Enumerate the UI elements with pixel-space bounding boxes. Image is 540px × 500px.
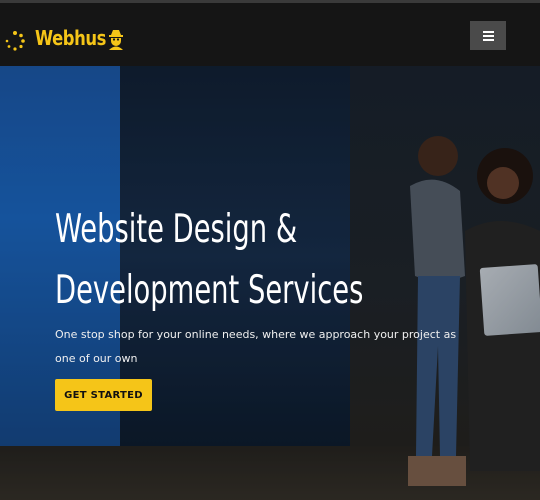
- hero-title-line1: Website Design &: [55, 207, 298, 252]
- hat-agent-icon: [109, 30, 123, 50]
- hero-title: Website Design & Development Services: [55, 199, 367, 321]
- brand-name[interactable]: Webhus: [35, 26, 106, 50]
- spinner-dots-icon[interactable]: [4, 30, 26, 52]
- hero-title-line2: Development Services: [55, 268, 364, 313]
- get-started-button[interactable]: GET STARTED: [55, 379, 152, 411]
- hero-slider: Website Design & Development Services On…: [0, 66, 540, 500]
- hamburger-menu-icon: [482, 30, 494, 33]
- hero-subtitle: One stop shop for your online needs, whe…: [55, 328, 457, 365]
- site-header: Webhus: [0, 0, 540, 66]
- menu-toggle-button[interactable]: [470, 21, 506, 50]
